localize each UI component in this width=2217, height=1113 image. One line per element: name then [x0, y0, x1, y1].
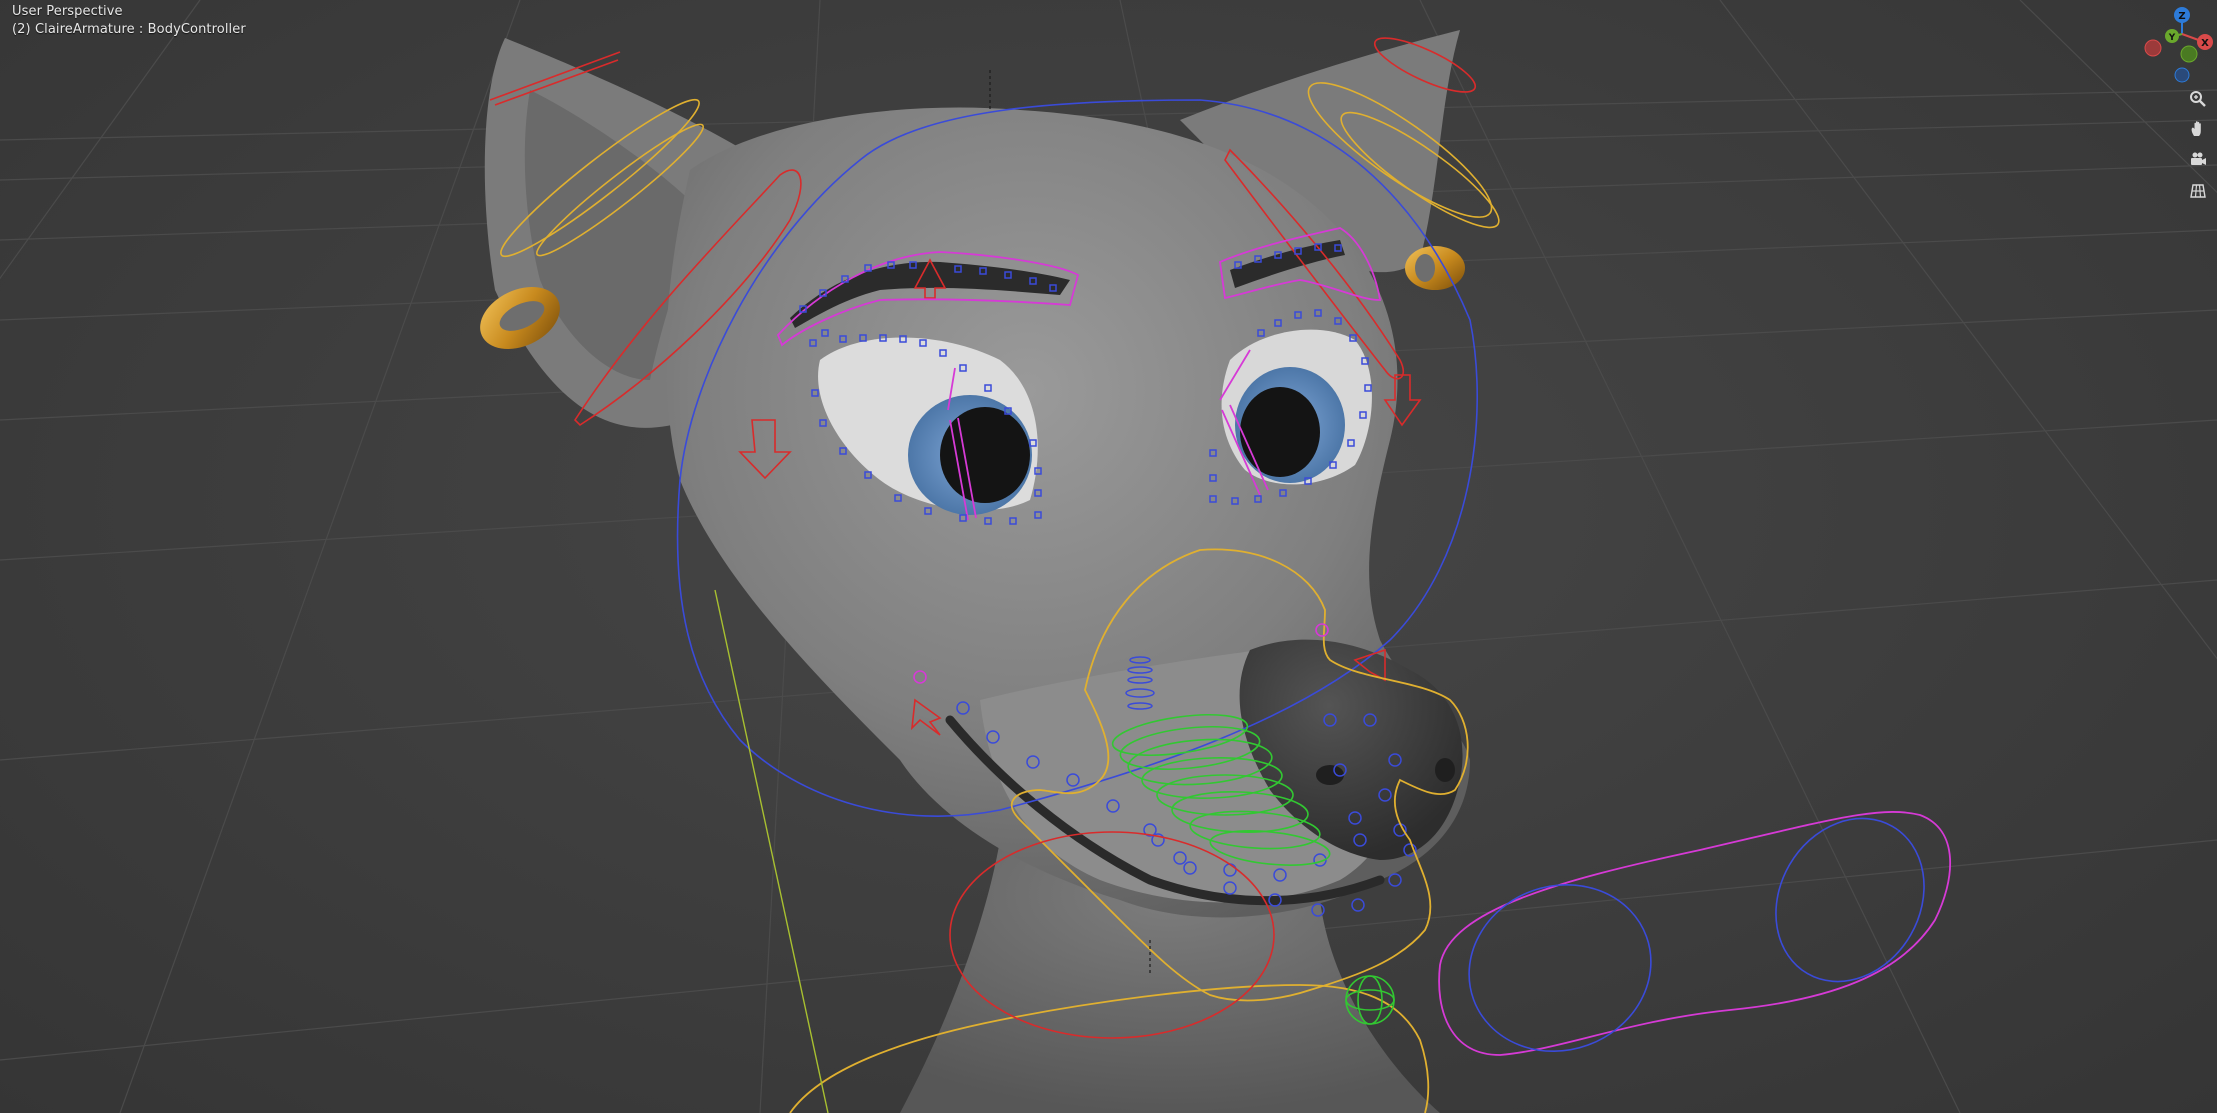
gizmo-neg-x[interactable] — [2144, 39, 2162, 57]
navigation-gizmo[interactable]: Z Y X — [2127, 0, 2217, 90]
gizmo-x-label: X — [2201, 38, 2209, 49]
orthographic-grid-icon — [2190, 184, 2206, 198]
right-eye-pupil — [1240, 387, 1320, 477]
left-nostril — [1316, 765, 1344, 785]
pan-button[interactable] — [2185, 116, 2211, 142]
camera-icon — [2191, 152, 2206, 165]
relationship-line — [714, 589, 829, 1113]
view-name-label: User Perspective — [12, 4, 123, 19]
ik-loop-right-blue[interactable] — [1747, 791, 1953, 1008]
active-object-label: (2) ClaireArmature : BodyController — [12, 22, 246, 37]
viewport-scene[interactable] — [0, 0, 2217, 1113]
chin-control-green[interactable] — [1345, 975, 1395, 1025]
right-nostril — [1435, 758, 1455, 782]
orthographic-toggle-button[interactable] — [2185, 178, 2211, 204]
left-eye-pupil — [940, 407, 1030, 503]
zoom-button[interactable] — [2185, 86, 2211, 112]
zoom-icon — [2190, 91, 2206, 107]
hand-pan-icon — [2191, 121, 2201, 136]
gizmo-neg-z[interactable] — [2174, 67, 2190, 83]
gizmo-y-back[interactable] — [2180, 45, 2198, 63]
camera-view-button[interactable] — [2185, 147, 2211, 173]
gizmo-z-label: Z — [2178, 11, 2185, 22]
3d-viewport[interactable]: User Perspective (2) ClaireArmature : Bo… — [0, 0, 2217, 1113]
gizmo-y-label: Y — [2168, 33, 2176, 43]
